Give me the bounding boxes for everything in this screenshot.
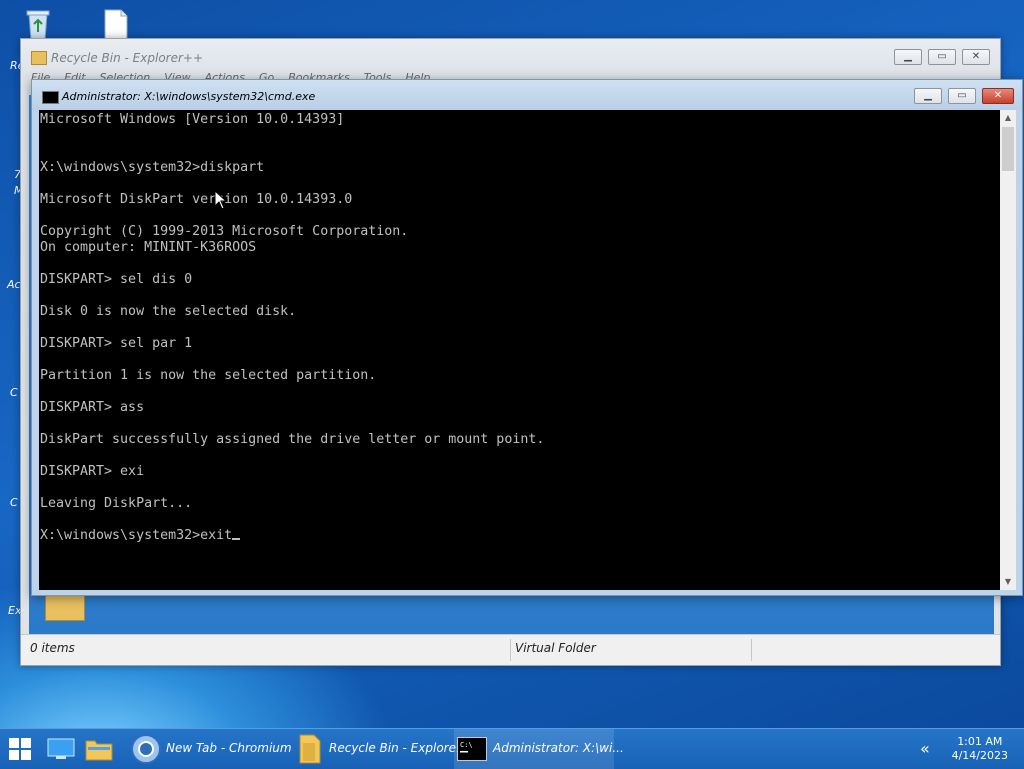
- taskbar-item-cmd[interactable]: C:\ Administrator: X:\wi...: [454, 729, 624, 769]
- desktop-icon: [47, 738, 75, 759]
- clock-date: 4/14/2023: [951, 749, 1008, 762]
- explorer-title: Recycle Bin - Explorer++: [51, 51, 204, 65]
- console-line: Leaving DiskPart...: [40, 496, 193, 511]
- windows-logo-icon: [9, 738, 31, 760]
- file-icon: [104, 9, 128, 41]
- taskbar-item-label: New Tab - Chromium: [166, 741, 292, 755]
- folder-icon: [31, 51, 47, 65]
- cmd-scrollbar[interactable]: ▲ ▼: [1000, 110, 1016, 590]
- minimize-icon: ▁: [924, 90, 932, 101]
- desktop-label-side: Ac: [7, 278, 21, 291]
- cmd-minimize-button[interactable]: ▁: [914, 88, 942, 104]
- console-line: X:\windows\system32>exit: [40, 528, 233, 543]
- taskbar-clock[interactable]: 1:01 AM 4/14/2023: [952, 735, 1008, 763]
- console-line: DISKPART> exi: [40, 464, 145, 479]
- desktop-label-side: C: [10, 496, 18, 509]
- scroll-up-arrow-icon[interactable]: ▲: [1000, 110, 1016, 126]
- cmd-icon: C:\: [457, 737, 487, 761]
- status-divider: [751, 639, 752, 661]
- svg-text:C:\: C:\: [460, 741, 473, 749]
- explorer-statusbar: 0 items Virtual Folder: [21, 634, 1000, 665]
- chevron-left-icon: «: [920, 739, 930, 758]
- console-line: DISKPART> sel par 1: [40, 336, 193, 351]
- close-icon: ✕: [971, 51, 981, 62]
- text-cursor: [232, 538, 241, 540]
- explorer-close-button[interactable]: ✕: [962, 49, 990, 65]
- console-line: Partition 1 is now the selected partitio…: [40, 368, 377, 383]
- cmd-close-button[interactable]: ✕: [982, 88, 1014, 104]
- console-line: DiskPart successfully assigned the drive…: [40, 432, 545, 447]
- console-text: Microsoft Windows [Version 10.0.14393] X…: [39, 110, 1000, 546]
- scroll-down-arrow-icon[interactable]: ▼: [1000, 574, 1016, 590]
- console-line: X:\windows\system32>diskpart: [40, 160, 265, 175]
- status-item-count: 0 items: [30, 641, 75, 655]
- explorer-minimize-button[interactable]: ▁: [894, 49, 922, 65]
- desktop-label-side: C: [10, 386, 18, 399]
- console-line: Microsoft Windows [Version 10.0.14393]: [40, 112, 345, 127]
- start-button[interactable]: [0, 729, 40, 769]
- console-line: Disk 0 is now the selected disk.: [40, 304, 297, 319]
- console-line: DISKPART> ass: [40, 400, 145, 415]
- maximize-icon: ▭: [957, 90, 967, 101]
- explorer-maximize-button[interactable]: ▭: [928, 49, 956, 65]
- close-icon: ✕: [993, 90, 1003, 101]
- cmd-titlebar[interactable]: Administrator: X:\windows\system32\cmd.e…: [32, 80, 1022, 110]
- minimize-icon: ▁: [904, 51, 912, 62]
- taskbar-item-explorer[interactable]: Recycle Bin - Explore...: [292, 729, 467, 769]
- console-line: DISKPART> sel dis 0: [40, 272, 193, 287]
- folder-icon: [85, 740, 113, 761]
- recycle-bin-icon: [26, 10, 50, 41]
- cmd-maximize-button[interactable]: ▭: [948, 88, 976, 104]
- taskbar-item-chromium[interactable]: New Tab - Chromium: [126, 729, 292, 769]
- maximize-icon: ▭: [937, 51, 947, 62]
- quicklaunch-desktop[interactable]: [44, 729, 78, 769]
- cmd-window[interactable]: Administrator: X:\windows\system32\cmd.e…: [31, 79, 1023, 596]
- cmd-title: Administrator: X:\windows\system32\cmd.e…: [62, 90, 316, 103]
- console-line: Microsoft DiskPart version 10.0.14393.0: [40, 192, 353, 207]
- status-folder-type: Virtual Folder: [515, 641, 596, 655]
- chromium-icon: [131, 734, 161, 764]
- console-line: On computer: MININT-K36ROOS: [40, 240, 257, 255]
- clock-time: 1:01 AM: [957, 735, 1003, 748]
- taskbar: New Tab - Chromium Recycle Bin - Explore…: [0, 728, 1024, 769]
- taskbar-item-label: Administrator: X:\wi...: [493, 741, 624, 755]
- mouse-pointer-icon: [214, 190, 228, 210]
- quicklaunch-explorer[interactable]: [82, 729, 116, 769]
- folder-icon: [299, 734, 321, 764]
- taskbar-item-label: Recycle Bin - Explore...: [329, 741, 468, 755]
- cmd-icon: [42, 91, 59, 104]
- scroll-thumb[interactable]: [1002, 127, 1014, 171]
- console-line: Copyright (C) 1999-2013 Microsoft Corpor…: [40, 224, 409, 239]
- status-divider: [510, 639, 511, 661]
- tray-show-hidden-button[interactable]: «: [912, 729, 940, 769]
- console-output[interactable]: Microsoft Windows [Version 10.0.14393] X…: [39, 110, 1000, 590]
